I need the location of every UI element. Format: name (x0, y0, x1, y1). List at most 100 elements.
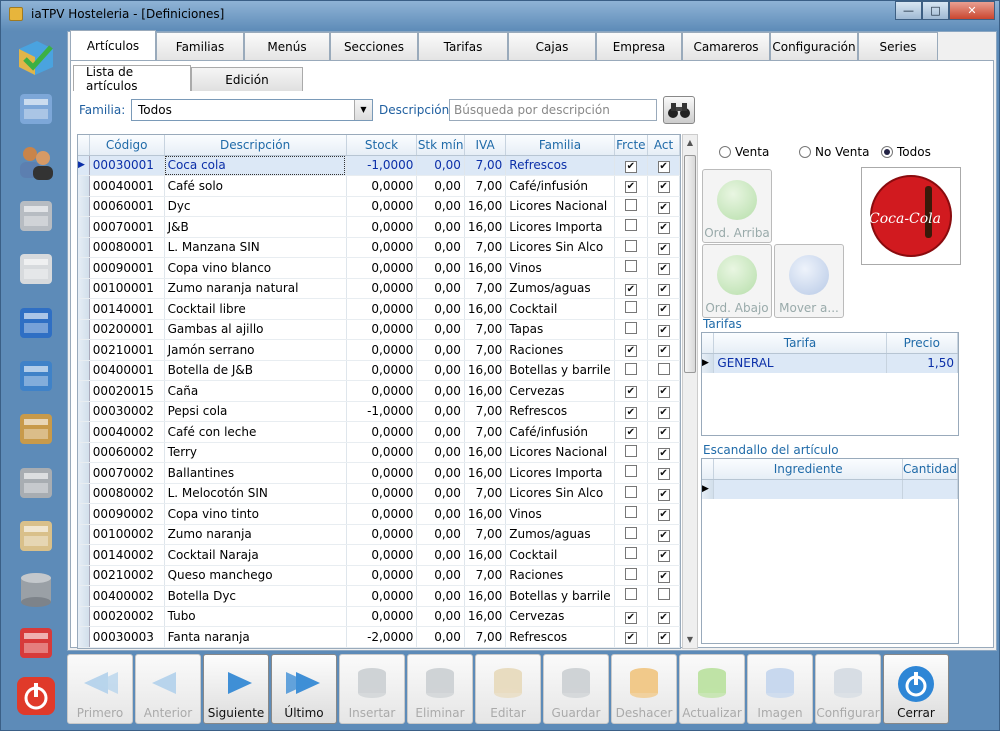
insertar-button[interactable]: Insertar (339, 654, 405, 724)
sidebar-base-datos[interactable] (11, 567, 61, 612)
checkbox-frecuente[interactable] (624, 567, 637, 580)
cell-activo[interactable]: ✔ (647, 319, 680, 340)
column-header-iva[interactable]: IVA (464, 135, 507, 156)
cell-activo[interactable]: ✔ (647, 462, 680, 484)
cell-frecuente[interactable] (614, 483, 649, 504)
deshacer-button[interactable]: Deshacer (611, 654, 677, 724)
subtab-edicion[interactable]: Edición (191, 67, 303, 91)
checkbox-frecuente[interactable] (624, 321, 637, 334)
cell-activo[interactable]: ✔ (647, 155, 680, 176)
table-row[interactable]: 00070001 J&B 0,0000 0,00 16,00 Licores Import… (78, 216, 680, 238)
cell-activo[interactable]: ✔ (647, 401, 680, 422)
cell-frecuente[interactable] (614, 298, 649, 320)
cell-frecuente[interactable] (614, 257, 649, 279)
checkbox-activo[interactable]: ✔ (657, 160, 670, 173)
sidebar-articulos[interactable] (11, 33, 61, 78)
cell-frecuente[interactable] (614, 544, 649, 566)
cell-frecuente[interactable]: ✔ (614, 626, 649, 648)
ultimo-button[interactable]: Último (271, 654, 337, 724)
tab-secciones[interactable]: Secciones (330, 32, 418, 60)
cell-frecuente[interactable] (614, 237, 649, 258)
checkbox-activo[interactable]: ✔ (657, 529, 670, 542)
ingrediente-cell[interactable] (713, 479, 904, 499)
table-row[interactable]: 00040002 Café con leche 0,0000 0,00 7,00 Café… (78, 421, 680, 443)
table-row[interactable]: 00080001 L. Manzana SIN 0,0000 0,00 7,00 Lico… (78, 237, 680, 258)
table-row[interactable]: 00210002 Queso manchego 0,0000 0,00 7,00 Raci… (78, 565, 680, 586)
table-row[interactable]: 00140002 Cocktail Naraja 0,0000 0,00 16,00 Co… (78, 544, 680, 566)
checkbox-activo[interactable] (657, 588, 670, 601)
cell-activo[interactable]: ✔ (647, 565, 680, 586)
checkbox-frecuente[interactable]: ✔ (624, 632, 637, 645)
checkbox-activo[interactable]: ✔ (657, 304, 670, 317)
checkbox-activo[interactable]: ✔ (657, 345, 670, 358)
cell-frecuente[interactable] (614, 196, 649, 217)
cell-activo[interactable]: ✔ (647, 196, 680, 217)
cell-frecuente[interactable]: ✔ (614, 421, 649, 443)
radio-venta[interactable]: Venta (719, 145, 769, 159)
cell-activo[interactable]: ✔ (647, 524, 680, 545)
checkbox-activo[interactable] (657, 362, 670, 375)
tab-familias[interactable]: Familias (156, 32, 244, 60)
cell-activo[interactable]: ✔ (647, 298, 680, 320)
sidebar-calculadora[interactable] (11, 247, 61, 292)
tab-articulos[interactable]: Artículos (70, 30, 156, 60)
checkbox-frecuente[interactable] (624, 526, 637, 539)
checkbox-activo[interactable]: ✔ (657, 570, 670, 583)
order-down-button[interactable]: Ord. Abajo (702, 244, 772, 318)
checkbox-frecuente[interactable]: ✔ (624, 611, 637, 624)
table-row[interactable]: 00030003 Fanta naranja -2,0000 0,00 7,00 Refr… (78, 626, 680, 648)
primero-button[interactable]: Primero (67, 654, 133, 724)
cell-frecuente[interactable] (614, 503, 649, 525)
checkbox-frecuente[interactable]: ✔ (624, 345, 637, 358)
table-row[interactable]: 00400001 Botella de J&B 0,0000 0,00 16,00 Bot… (78, 360, 680, 381)
table-row[interactable]: 00210001 Jamón serrano 0,0000 0,00 7,00 Racio… (78, 339, 680, 361)
column-header-descripcion[interactable]: Descripción (164, 135, 347, 156)
cell-activo[interactable] (647, 360, 680, 381)
search-input[interactable]: Búsqueda por descripción (449, 99, 657, 121)
checkbox-activo[interactable]: ✔ (657, 201, 670, 214)
checkbox-activo[interactable]: ✔ (657, 611, 670, 624)
table-row[interactable]: 00100002 Zumo naranja 0,0000 0,00 7,00 Zumos/… (78, 524, 680, 545)
cell-activo[interactable]: ✔ (647, 175, 680, 197)
tab-series[interactable]: Series (858, 32, 938, 60)
configurar-button[interactable]: Configurar (815, 654, 881, 724)
minimize-button[interactable]: — (895, 1, 922, 20)
checkbox-activo[interactable]: ✔ (657, 263, 670, 276)
tab-menus[interactable]: Menús (244, 32, 330, 60)
checkbox-frecuente[interactable] (624, 588, 637, 601)
binoculars-search-button[interactable] (663, 96, 695, 124)
radio-no-venta[interactable]: No Venta (799, 145, 869, 159)
checkbox-frecuente[interactable] (624, 465, 637, 478)
table-row[interactable]: 00100001 Zumo naranja natural 0,0000 0,00 7,… (78, 278, 680, 299)
sidebar-ayuda[interactable] (11, 620, 61, 665)
checkbox-frecuente[interactable] (624, 239, 637, 252)
tab-empresa[interactable]: Empresa (596, 32, 682, 60)
checkbox-activo[interactable]: ✔ (657, 386, 670, 399)
column-header-familia[interactable]: Familia (505, 135, 615, 156)
maximize-button[interactable]: □ (922, 1, 949, 20)
escandallo-new-row[interactable]: ▶ (702, 479, 958, 499)
checkbox-activo[interactable]: ✔ (657, 222, 670, 235)
table-row[interactable]: 00070002 Ballantines 0,0000 0,00 16,00 Licore… (78, 462, 680, 484)
guardar-button[interactable]: Guardar (543, 654, 609, 724)
anterior-button[interactable]: Anterior (135, 654, 201, 724)
checkbox-frecuente[interactable]: ✔ (624, 160, 637, 173)
column-header-frecuente[interactable]: Frcte (614, 135, 649, 156)
sidebar-caja[interactable] (11, 193, 61, 238)
sidebar-usuarios[interactable] (11, 140, 61, 185)
cell-activo[interactable]: ✔ (647, 380, 680, 402)
cell-activo[interactable]: ✔ (647, 606, 680, 627)
table-row[interactable]: 00020002 Tubo 0,0000 0,00 16,00 Cervezas ✔ ✔ (78, 606, 680, 627)
eliminar-button[interactable]: Eliminar (407, 654, 473, 724)
table-row[interactable]: 00060001 Dyc 0,0000 0,00 16,00 Licores Nacion… (78, 196, 680, 217)
table-row[interactable]: 00040001 Café solo 0,0000 0,00 7,00 Café/infu… (78, 175, 680, 197)
cantidad-cell[interactable] (902, 479, 958, 499)
table-row[interactable]: 00060002 Terry 0,0000 0,00 16,00 Licores Naci… (78, 442, 680, 463)
cell-frecuente[interactable] (614, 442, 649, 463)
cell-frecuente[interactable] (614, 462, 649, 484)
order-up-button[interactable]: Ord. Arriba (702, 169, 772, 243)
checkbox-activo[interactable]: ✔ (657, 406, 670, 419)
cell-activo[interactable] (647, 585, 680, 607)
table-row[interactable]: 00080002 L. Melocotón SIN 0,0000 0,00 7,00 Li… (78, 483, 680, 504)
cell-frecuente[interactable] (614, 585, 649, 607)
